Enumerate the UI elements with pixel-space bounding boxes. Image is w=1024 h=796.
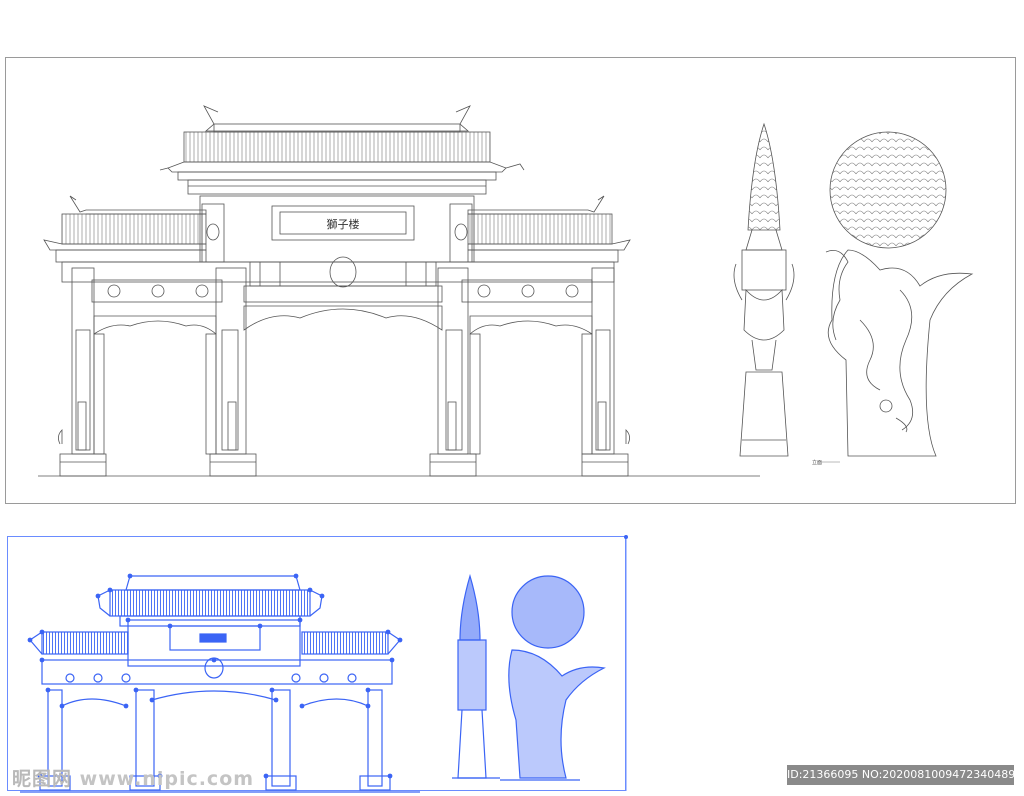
right-side-roof (467, 195, 631, 263)
selected-gateway-preview (20, 573, 420, 793)
column-plinths (58, 429, 630, 477)
image-id-bar: ID:21366095 NO:20200810094723404897 (787, 765, 1022, 785)
cad-drawing-canvas: 獅子楼 立面 (20, 105, 974, 793)
selected-pillar-preview (452, 573, 500, 779)
side-elevation-label: 立面 (812, 459, 822, 466)
watermark-site-text: www.nipic.com (79, 768, 255, 790)
selected-dragon-preview (500, 575, 606, 781)
dragon-column-elevation (825, 131, 974, 457)
watermark-logo-text: 昵图网 (12, 768, 73, 790)
left-side-roof (43, 195, 207, 263)
carved-pillar-elevation (733, 122, 795, 457)
central-roof (159, 105, 525, 195)
gateway-plaque-text: 獅子楼 (327, 217, 360, 231)
site-watermark: 昵图网 www.nipic.com (12, 764, 254, 791)
columns (71, 267, 615, 455)
paifang-gateway-elevation (38, 105, 760, 477)
